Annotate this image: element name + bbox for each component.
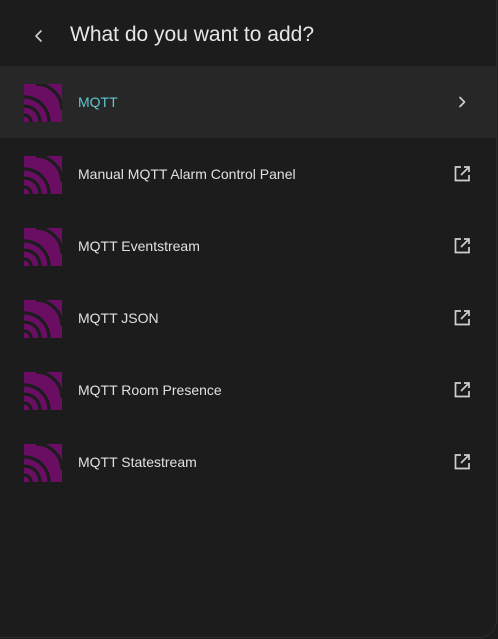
list-item-label: MQTT Statestream bbox=[78, 454, 197, 470]
chevron-left-icon bbox=[35, 30, 42, 42]
list-item-label: MQTT Room Presence bbox=[78, 382, 222, 398]
list-item-label: MQTT bbox=[78, 94, 118, 110]
list-item-mqtt-statestream[interactable]: MQTT Statestream bbox=[0, 426, 496, 498]
dialog-header: What do you want to add? bbox=[0, 0, 496, 66]
add-integration-dialog: What do you want to add? MQTT Manual MQT… bbox=[0, 0, 497, 638]
mqtt-logo-icon bbox=[24, 300, 62, 338]
list-item-label: MQTT Eventstream bbox=[78, 238, 200, 254]
list-item-mqtt[interactable]: MQTT bbox=[0, 66, 496, 138]
back-button[interactable] bbox=[24, 21, 54, 51]
mqtt-logo-icon bbox=[24, 84, 62, 122]
list-item-mqtt-room-presence[interactable]: MQTT Room Presence bbox=[0, 354, 496, 426]
mqtt-logo-icon bbox=[24, 156, 62, 194]
open-in-new-icon bbox=[452, 236, 472, 256]
open-in-new-icon bbox=[452, 308, 472, 328]
open-in-new-icon bbox=[452, 380, 472, 400]
chevron-right-icon bbox=[452, 92, 472, 112]
mqtt-logo-icon bbox=[24, 444, 62, 482]
list-item-label: MQTT JSON bbox=[78, 310, 159, 326]
dialog-title: What do you want to add? bbox=[70, 23, 314, 46]
integration-list: MQTT Manual MQTT Alarm Control Panel MQT… bbox=[0, 66, 496, 498]
list-item-mqtt-eventstream[interactable]: MQTT Eventstream bbox=[0, 210, 496, 282]
mqtt-logo-icon bbox=[24, 372, 62, 410]
list-item-mqtt-json[interactable]: MQTT JSON bbox=[0, 282, 496, 354]
open-in-new-icon bbox=[452, 164, 472, 184]
list-item-manual-mqtt-alarm-control-panel[interactable]: Manual MQTT Alarm Control Panel bbox=[0, 138, 496, 210]
mqtt-logo-icon bbox=[24, 228, 62, 266]
open-in-new-icon bbox=[452, 452, 472, 472]
list-item-label: Manual MQTT Alarm Control Panel bbox=[78, 166, 296, 182]
